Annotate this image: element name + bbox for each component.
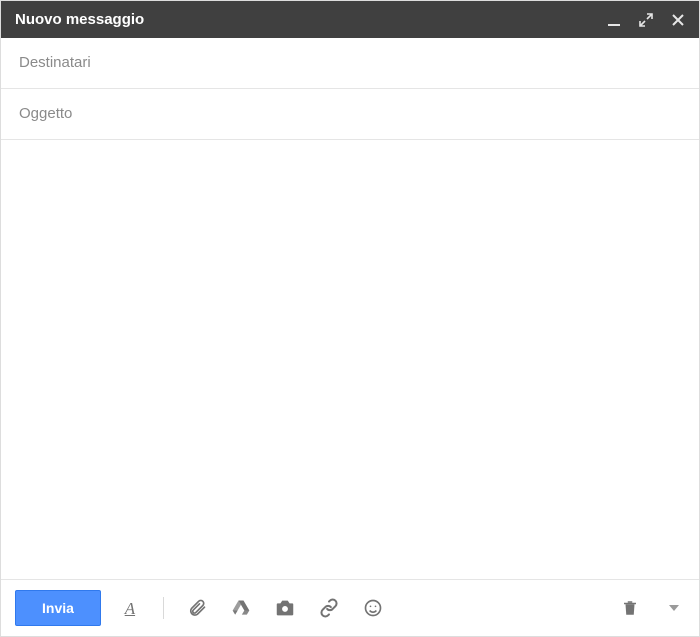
recipients-input[interactable] (19, 54, 681, 71)
drive-icon[interactable] (230, 597, 252, 619)
compose-toolbar: Invia A (1, 579, 699, 636)
trash-icon[interactable] (619, 597, 641, 619)
send-button[interactable]: Invia (15, 590, 101, 626)
format-text-icon[interactable]: A (119, 597, 141, 619)
body-area (1, 140, 699, 579)
attach-icon[interactable] (186, 597, 208, 619)
toolbar-icons-left: A (119, 597, 384, 619)
link-icon[interactable] (318, 597, 340, 619)
compose-header: Nuovo messaggio (1, 1, 699, 38)
close-icon[interactable] (671, 13, 685, 27)
more-options-icon[interactable] (663, 597, 685, 619)
window-controls (607, 13, 685, 27)
camera-icon[interactable] (274, 597, 296, 619)
minimize-icon[interactable] (607, 13, 621, 27)
subject-input[interactable] (19, 105, 681, 122)
compose-window: Nuovo messaggio Invia (0, 0, 700, 637)
recipients-row (1, 38, 699, 89)
expand-icon[interactable] (639, 13, 653, 27)
toolbar-divider (163, 597, 164, 619)
compose-title: Nuovo messaggio (15, 11, 144, 28)
toolbar-icons-right (619, 597, 685, 619)
body-textarea[interactable] (1, 140, 699, 579)
subject-row (1, 89, 699, 140)
emoji-icon[interactable] (362, 597, 384, 619)
